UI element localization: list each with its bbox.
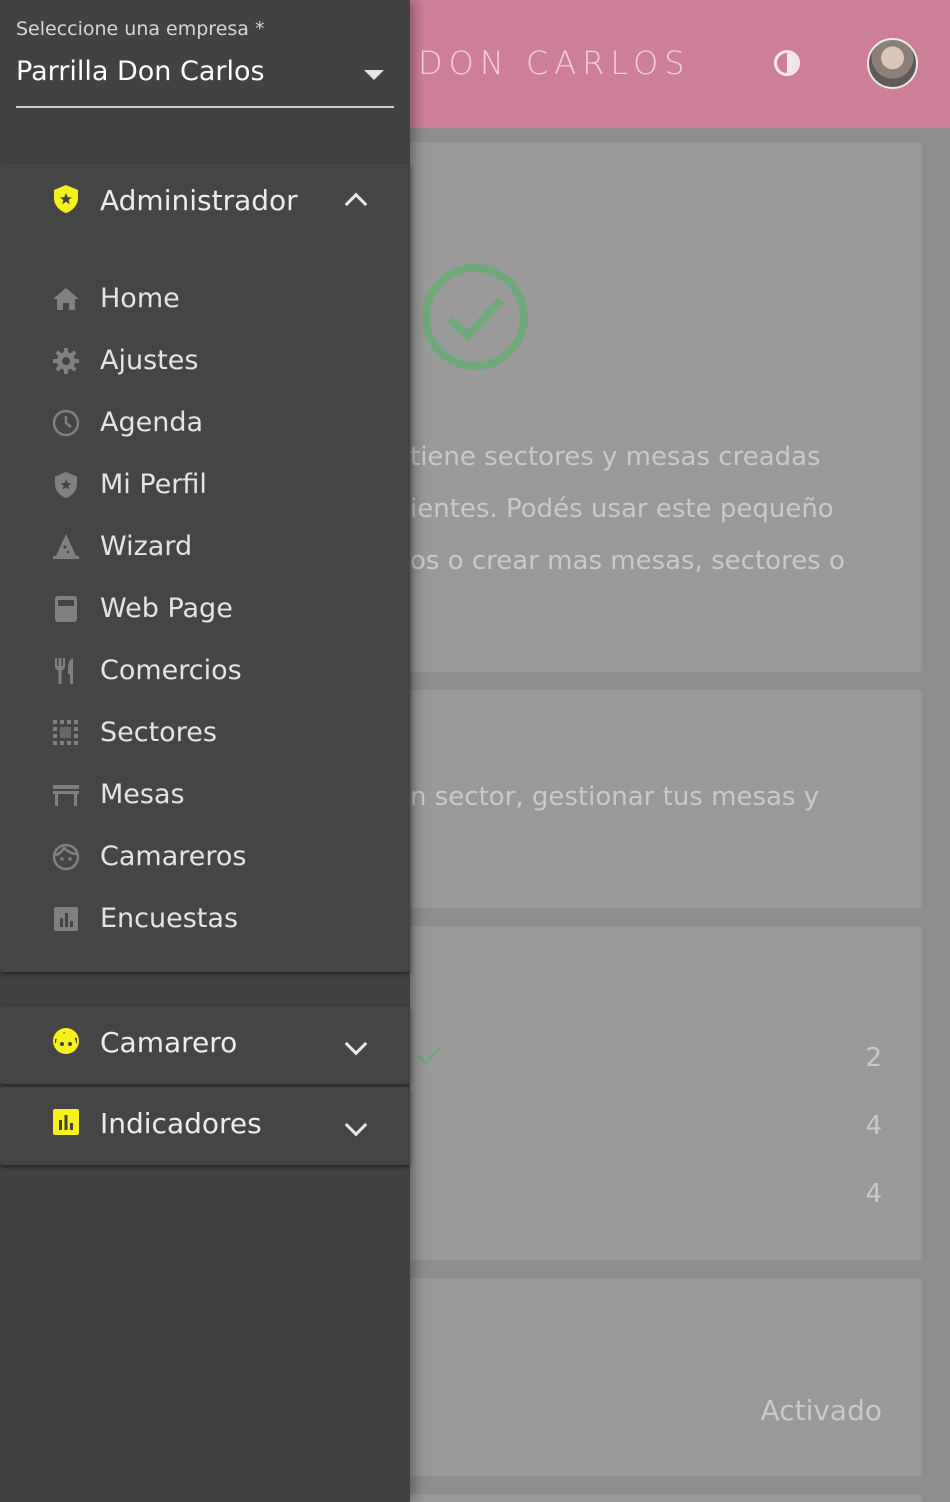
company-select[interactable]: Parrilla Don Carlos xyxy=(16,50,394,108)
menu-item-mi-perfil[interactable]: Mi Perfil xyxy=(0,457,410,515)
menu-item-label: Mesas xyxy=(100,779,185,810)
chevron-down-icon xyxy=(344,1032,368,1056)
shield-icon xyxy=(55,472,77,498)
status-text: Activado xyxy=(760,1394,882,1427)
indicadores-panel-label: Indicadores xyxy=(100,1107,262,1140)
stat-value: 4 xyxy=(865,1111,882,1141)
invert-colors-icon[interactable] xyxy=(774,50,800,76)
indicadores-panel-header[interactable]: Indicadores xyxy=(0,1087,410,1165)
table-icon xyxy=(53,785,79,806)
welcome-text-line: ientes. Podés usar este pequeño xyxy=(410,494,834,524)
camarero-panel-label: Camarero xyxy=(100,1026,238,1059)
welcome-text-line: os o crear mas mesas, sectores o xyxy=(410,546,845,576)
chevron-down-icon xyxy=(344,1113,368,1137)
menu-item-sectores[interactable]: Sectores xyxy=(0,705,410,763)
menu-item-label: Ajustes xyxy=(100,345,199,376)
admin-panel-header[interactable]: Administrador xyxy=(0,164,410,242)
chevron-up-icon xyxy=(344,192,368,216)
indicadores-panel: Indicadores xyxy=(0,1087,410,1165)
wizard-hat-icon xyxy=(53,534,79,559)
gear-icon xyxy=(53,348,79,374)
face-icon xyxy=(52,843,80,871)
menu-item-wizard[interactable]: Wizard xyxy=(0,519,410,577)
menu-item-label: Wizard xyxy=(100,531,193,562)
check-icon xyxy=(417,1045,443,1066)
web-page-icon xyxy=(55,596,77,622)
shield-star-icon xyxy=(54,185,78,213)
company-select-label: Seleccione una empresa * xyxy=(16,18,265,40)
menu-item-web-page[interactable]: Web Page xyxy=(0,581,410,639)
dropdown-arrow-icon xyxy=(364,70,384,80)
menu-item-label: Comercios xyxy=(100,655,242,686)
welcome-card xyxy=(380,142,922,672)
camarero-panel: Camarero xyxy=(0,1006,410,1084)
status-card xyxy=(380,1278,922,1476)
menu-item-encuestas[interactable]: Encuestas xyxy=(0,891,410,949)
face-icon xyxy=(53,1028,79,1054)
grid-icon xyxy=(53,720,78,745)
menu-item-label: Mi Perfil xyxy=(100,469,207,500)
restaurant-icon xyxy=(55,658,73,684)
menu-item-label: Agenda xyxy=(100,407,204,438)
menu-item-label: Encuestas xyxy=(100,903,239,934)
app-brand-title: DON CARLOS xyxy=(418,44,691,82)
admin-panel: Administrador Home Ajustes Agenda Mi Per… xyxy=(0,164,410,972)
navigation-drawer: Seleccione una empresa * Parrilla Don Ca… xyxy=(0,0,410,1502)
menu-item-label: Web Page xyxy=(100,593,233,624)
menu-item-mesas[interactable]: Mesas xyxy=(0,767,410,825)
admin-panel-label: Administrador xyxy=(100,184,298,217)
check-circle-icon xyxy=(422,264,528,370)
bar-chart-icon xyxy=(53,1109,79,1135)
bar-chart-icon xyxy=(54,907,78,931)
menu-item-label: Home xyxy=(100,283,180,314)
menu-item-agenda[interactable]: Agenda xyxy=(0,395,410,453)
menu-item-label: Camareros xyxy=(100,841,247,872)
stat-value: 4 xyxy=(865,1179,882,1209)
menu-item-home[interactable]: Home xyxy=(0,271,410,329)
info-text-line: n sector, gestionar tus mesas y xyxy=(410,782,820,812)
home-icon xyxy=(53,288,79,310)
stats-card xyxy=(380,926,922,1260)
clock-icon xyxy=(52,409,80,437)
menu-item-ajustes[interactable]: Ajustes xyxy=(0,333,410,391)
camarero-panel-header[interactable]: Camarero xyxy=(0,1006,410,1084)
welcome-text-line: tiene sectores y mesas creadas xyxy=(410,442,821,472)
menu-item-comercios[interactable]: Comercios xyxy=(0,643,410,701)
menu-item-camareros[interactable]: Camareros xyxy=(0,829,410,887)
menu-item-label: Sectores xyxy=(100,717,217,748)
next-card xyxy=(380,1494,922,1502)
stat-value: 2 xyxy=(865,1043,882,1073)
company-select-value: Parrilla Don Carlos xyxy=(16,56,265,87)
user-avatar[interactable] xyxy=(867,38,918,89)
